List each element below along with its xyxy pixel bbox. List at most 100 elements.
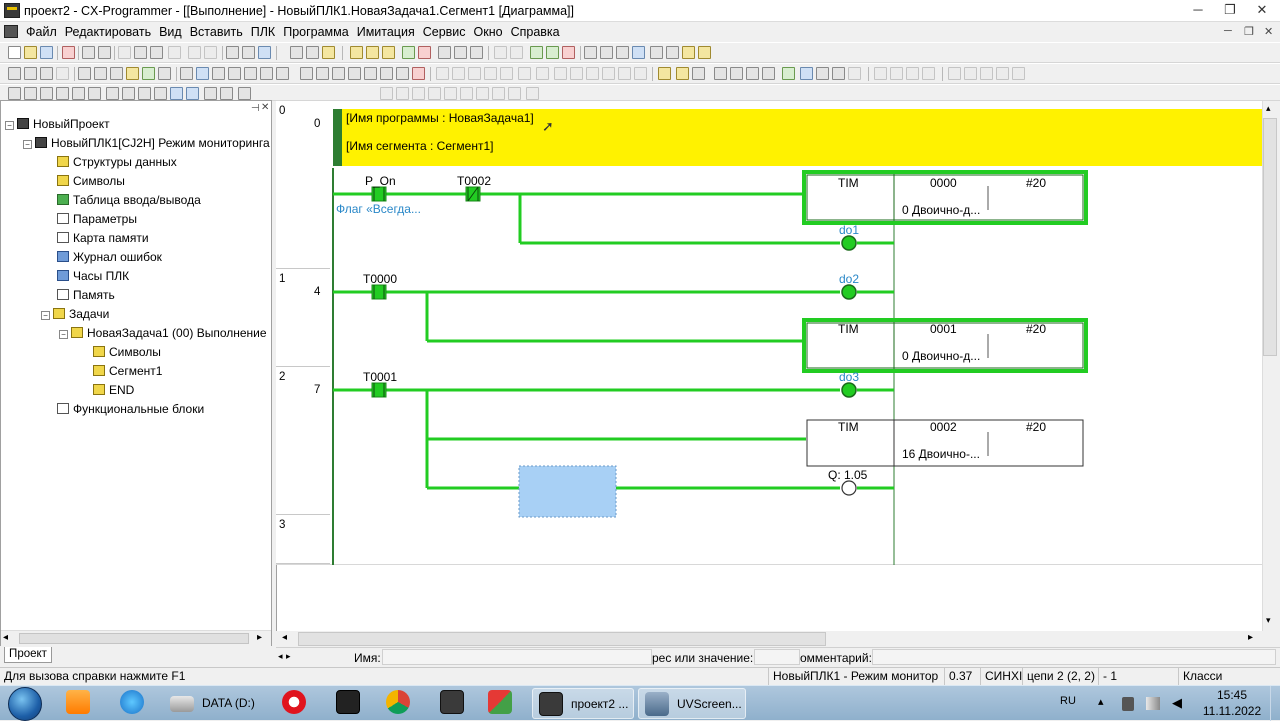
menu-insert[interactable]: Вставить <box>186 22 247 42</box>
view-i-icon[interactable] <box>138 87 151 100</box>
dbg-c-icon[interactable] <box>906 67 919 80</box>
line-draw-icon[interactable] <box>380 67 393 80</box>
ladder-icon[interactable] <box>196 67 209 80</box>
tree-node-settings[interactable]: Параметры <box>57 210 137 228</box>
tool-j-icon[interactable] <box>510 46 523 59</box>
app-icon[interactable] <box>4 3 20 18</box>
tree-node-local-symbols[interactable]: Символы <box>93 343 161 361</box>
edit-c-icon[interactable] <box>412 87 425 100</box>
tree-node-section1[interactable]: Сегмент1 <box>93 362 162 380</box>
tool-o-icon[interactable] <box>600 46 613 59</box>
tool-e-icon[interactable] <box>418 46 431 59</box>
volume-icon[interactable]: ◀ <box>1172 695 1182 711</box>
grid-icon[interactable] <box>78 67 91 80</box>
view-c-icon[interactable] <box>40 87 53 100</box>
sim-d-icon[interactable] <box>714 67 727 80</box>
sim-a-icon[interactable] <box>658 67 671 80</box>
rung-icon[interactable] <box>110 67 123 80</box>
view-h-icon[interactable] <box>122 87 135 100</box>
tray-expand-icon[interactable]: ▴ <box>1098 695 1104 708</box>
view-m-icon[interactable] <box>238 87 251 100</box>
network-icon[interactable] <box>1146 697 1160 710</box>
coil-do1[interactable] <box>841 235 857 251</box>
step-in-icon[interactable] <box>570 67 583 80</box>
dbg-d-icon[interactable] <box>922 67 935 80</box>
view-f-icon[interactable] <box>88 87 101 100</box>
pause-icon[interactable] <box>554 67 567 80</box>
internet-explorer-icon[interactable] <box>120 690 144 714</box>
show-desktop-button[interactable] <box>1270 686 1280 721</box>
play-icon[interactable] <box>518 67 531 80</box>
view-b-icon[interactable] <box>24 87 37 100</box>
taskbar-cx-programmer[interactable]: проект2 ... <box>532 688 634 719</box>
offline-icon[interactable] <box>452 67 465 80</box>
info-left-icon[interactable]: ◂ <box>278 651 283 662</box>
tree-node-task1[interactable]: − НоваяЗадача1 (00) Выполнение <box>59 324 267 342</box>
tool-f-icon[interactable] <box>438 46 451 59</box>
contact-nc-icon[interactable] <box>228 67 241 80</box>
scroll-left-icon[interactable]: ◂ <box>282 632 287 643</box>
clock-date[interactable]: 11.11.2022 <box>1198 704 1266 718</box>
tree-close-icon[interactable]: ✕ <box>261 102 269 113</box>
taskbar-drive[interactable]: DATA (D:) <box>164 688 264 719</box>
address-field[interactable] <box>754 649 800 665</box>
step-over-icon[interactable] <box>602 67 615 80</box>
zoom-in-icon[interactable] <box>24 67 37 80</box>
help-icon[interactable] <box>306 46 319 59</box>
tool-s-icon[interactable] <box>666 46 679 59</box>
radix-10-icon[interactable] <box>204 87 217 100</box>
edit-b-icon[interactable] <box>396 87 409 100</box>
sim-h-icon[interactable] <box>782 67 795 80</box>
print-preview-icon[interactable] <box>98 46 111 59</box>
menu-simulation[interactable]: Имитация <box>353 22 419 42</box>
tree-scroll-thumb[interactable] <box>19 633 249 644</box>
tool-t-icon[interactable] <box>682 46 695 59</box>
horizontal-scroll-thumb[interactable] <box>298 632 826 646</box>
find-icon[interactable] <box>226 46 239 59</box>
view-icon[interactable] <box>158 67 171 80</box>
view-a-icon[interactable] <box>8 87 21 100</box>
replace-icon[interactable] <box>242 46 255 59</box>
vertical-scroll-thumb[interactable] <box>1263 118 1277 356</box>
start-orb-icon[interactable] <box>8 687 42 721</box>
dbg-e-icon[interactable] <box>948 67 961 80</box>
close-button[interactable]: ✕ <box>1246 0 1278 21</box>
sim-k-icon[interactable] <box>832 67 845 80</box>
edit-cursor[interactable] <box>518 465 617 518</box>
tree-node-tasks[interactable]: − Задачи <box>41 305 109 323</box>
sim-e-icon[interactable] <box>730 67 743 80</box>
tool-k-icon[interactable] <box>530 46 543 59</box>
info-right-icon[interactable]: ▸ <box>286 651 291 662</box>
edit-a-icon[interactable] <box>380 87 393 100</box>
bookmark-icon[interactable] <box>126 67 139 80</box>
edit-i-icon[interactable] <box>508 87 521 100</box>
calculator-icon[interactable] <box>440 690 464 714</box>
print-icon[interactable] <box>82 46 95 59</box>
open-icon[interactable] <box>24 46 37 59</box>
edit-g-icon[interactable] <box>476 87 489 100</box>
undo-icon[interactable] <box>188 46 201 59</box>
language-indicator[interactable]: RU <box>1060 695 1076 707</box>
redo-icon[interactable] <box>204 46 217 59</box>
tool-r-icon[interactable] <box>650 46 663 59</box>
sim-f-icon[interactable] <box>746 67 759 80</box>
contact-no-icon[interactable] <box>212 67 225 80</box>
tool-i-icon[interactable] <box>494 46 507 59</box>
view-l-icon[interactable] <box>186 87 199 100</box>
dbg-g-icon[interactable] <box>980 67 993 80</box>
coil-do3[interactable] <box>841 382 857 398</box>
scroll-left-icon[interactable]: ◂ <box>3 632 8 643</box>
comments-icon[interactable] <box>94 67 107 80</box>
tool-a-icon[interactable] <box>350 46 363 59</box>
contact-t0001[interactable] <box>371 382 387 398</box>
tool-u-icon[interactable] <box>698 46 711 59</box>
vertical-line-icon[interactable] <box>276 67 289 80</box>
menu-program[interactable]: Программа <box>279 22 353 42</box>
step-icon[interactable] <box>500 67 513 80</box>
name-field[interactable] <box>382 649 652 665</box>
dbg-i-icon[interactable] <box>1012 67 1025 80</box>
tree-node-clock[interactable]: Часы ПЛК <box>57 267 129 285</box>
delete-icon[interactable] <box>168 46 181 59</box>
sim-i-icon[interactable] <box>800 67 813 80</box>
media-player-icon[interactable] <box>66 690 90 714</box>
